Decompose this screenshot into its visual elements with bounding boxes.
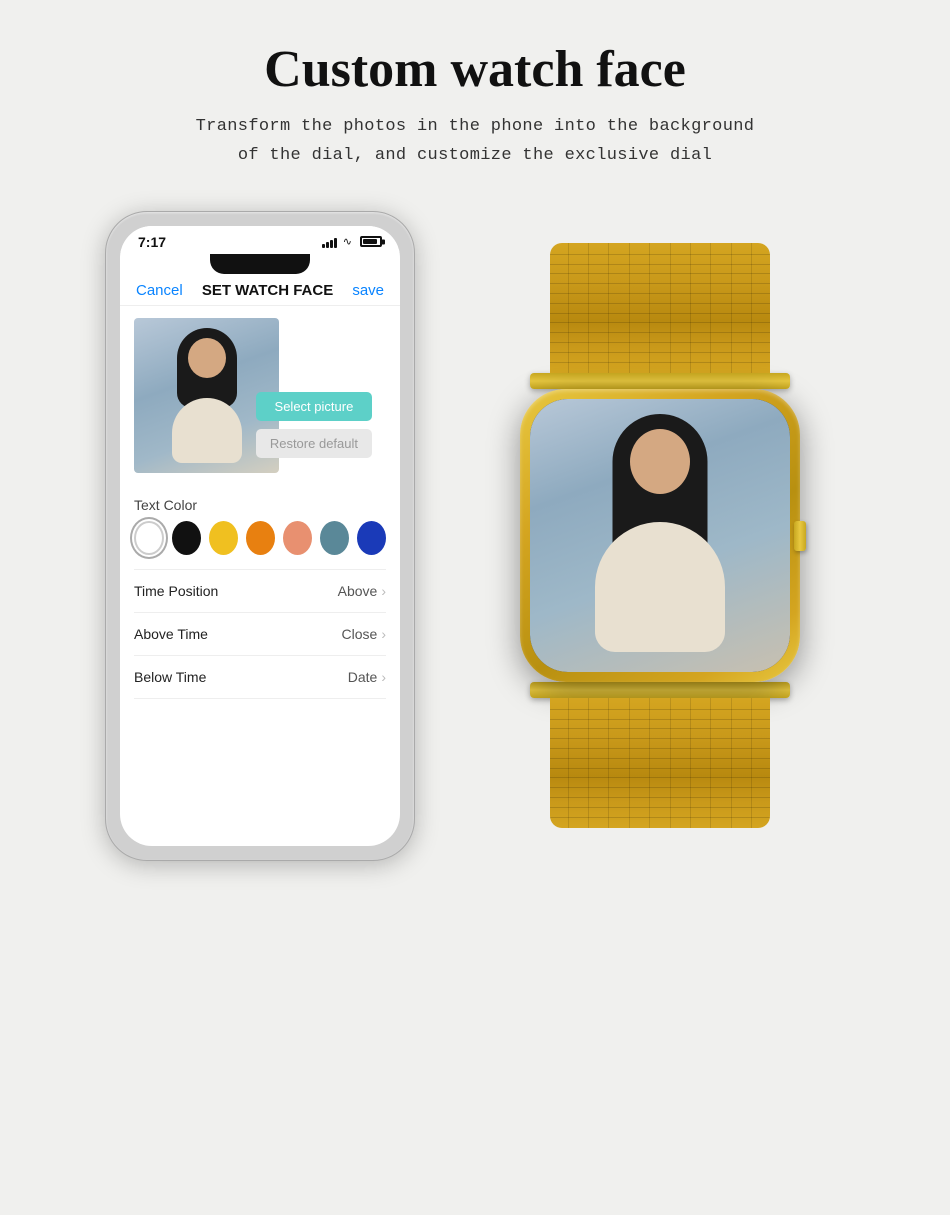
time-position-value: Above ›	[338, 583, 386, 599]
time-position-row[interactable]: Time Position Above ›	[134, 570, 386, 613]
chevron-right-icon: ›	[381, 626, 386, 642]
color-teal[interactable]	[320, 521, 349, 555]
phone-time: 7:17	[138, 234, 166, 250]
watch-device	[475, 243, 845, 828]
save-button[interactable]: save	[352, 282, 384, 299]
cancel-button[interactable]: Cancel	[136, 282, 183, 299]
color-peach[interactable]	[283, 521, 312, 555]
page-subtitle: Transform the photos in the phone into t…	[196, 113, 755, 171]
color-white[interactable]	[134, 521, 164, 555]
buttons-area: Select picture Restore default	[256, 392, 372, 458]
color-yellow[interactable]	[209, 521, 238, 555]
nav-title: SET WATCH FACE	[202, 282, 333, 299]
watch-photo	[530, 399, 790, 672]
color-black[interactable]	[172, 521, 201, 555]
restore-default-button[interactable]: Restore default	[256, 429, 372, 458]
text-color-label: Text Color	[134, 497, 386, 513]
signal-icon	[322, 236, 337, 248]
chevron-right-icon: ›	[381, 583, 386, 599]
page-title: Custom watch face	[264, 40, 686, 99]
above-time-value: Close ›	[342, 626, 386, 642]
preview-row: Select picture Restore default	[134, 318, 386, 483]
above-time-row[interactable]: Above Time Close ›	[134, 613, 386, 656]
watch-lug-bottom	[530, 682, 790, 698]
phone-notch	[210, 254, 310, 274]
time-position-label: Time Position	[134, 583, 218, 599]
chevron-right-icon: ›	[381, 669, 386, 685]
content-row: 7:17 ∿	[20, 211, 930, 861]
above-time-label: Above Time	[134, 626, 208, 642]
watch-crown	[794, 521, 806, 551]
phone-content: Select picture Restore default Text Colo…	[120, 306, 400, 711]
watch-screen	[530, 399, 790, 672]
status-icons: ∿	[322, 235, 382, 248]
phone-nav: Cancel SET WATCH FACE save	[120, 274, 400, 306]
select-picture-button[interactable]: Select picture	[256, 392, 372, 421]
watch-lug-top	[530, 373, 790, 389]
phone-device: 7:17 ∿	[105, 211, 415, 861]
below-time-value: Date ›	[348, 669, 386, 685]
below-time-label: Below Time	[134, 669, 206, 685]
battery-icon	[360, 236, 382, 247]
below-time-row[interactable]: Below Time Date ›	[134, 656, 386, 699]
watch-band-top	[550, 243, 770, 373]
watch-case	[520, 389, 800, 682]
color-blue[interactable]	[357, 521, 386, 555]
watch-band-bottom	[550, 698, 770, 828]
text-color-section: Text Color	[134, 497, 386, 555]
settings-list: Time Position Above › Above Time Close ›	[134, 569, 386, 699]
status-bar: 7:17 ∿	[120, 226, 400, 254]
color-circles	[134, 521, 386, 555]
color-orange[interactable]	[246, 521, 275, 555]
wifi-icon: ∿	[343, 235, 352, 248]
